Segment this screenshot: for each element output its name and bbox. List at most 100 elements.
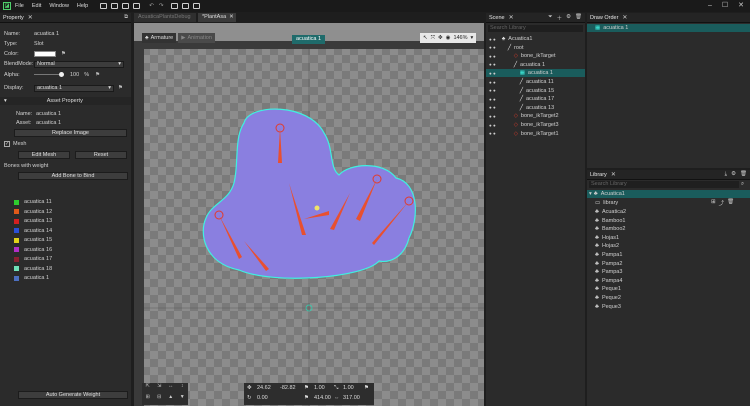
scene-search-input[interactable]: Search Library bbox=[488, 25, 583, 32]
search-icon[interactable]: ⌕ bbox=[741, 181, 744, 188]
stage-area[interactable]: ♣ Armature ▶ Animation acuatica 1 ↖ ⤧ ✥ ◉ … bbox=[134, 23, 484, 406]
armature-mode-button[interactable]: ♣ Armature bbox=[142, 33, 177, 43]
align-icon[interactable]: ↔ bbox=[165, 383, 177, 394]
menu-window[interactable]: Window bbox=[49, 3, 69, 9]
zoom-value[interactable]: 146% bbox=[453, 35, 467, 41]
color-swatch[interactable] bbox=[34, 51, 56, 57]
align-icon[interactable]: ↕ bbox=[177, 383, 189, 394]
delete-icon[interactable]: 🗑 bbox=[740, 171, 747, 178]
align-icon[interactable]: ⇱ bbox=[142, 383, 154, 394]
visibility-lock-icon[interactable]: ● ● bbox=[489, 37, 496, 42]
menu-file[interactable]: File bbox=[15, 3, 24, 9]
flag-icon[interactable]: ⚑ bbox=[364, 385, 369, 391]
scene-node[interactable]: ● ● ◇ bone_ikTarget2 bbox=[486, 112, 585, 120]
tab-acuatica-plants-debug[interactable]: AcuaticaPlantsDebug bbox=[134, 13, 196, 22]
width-value[interactable]: 414.00 bbox=[314, 395, 331, 401]
scene-node[interactable]: ● ● ╱ acuatica 15 bbox=[486, 87, 585, 95]
scene-node[interactable]: ● ● ◇ bone_ikTarget3 bbox=[486, 121, 585, 129]
eye-icon[interactable]: ◉ bbox=[446, 35, 451, 41]
visibility-lock-icon[interactable]: ● ● bbox=[489, 105, 496, 110]
bone-weight-item[interactable]: acuatica 12 bbox=[14, 208, 52, 216]
flag-icon[interactable]: ⚑ bbox=[61, 51, 66, 57]
settings-icon[interactable]: ⚙ bbox=[731, 171, 736, 178]
filter-icon[interactable]: ⏷ bbox=[548, 14, 552, 22]
library-folder[interactable]: ▭ library bbox=[595, 199, 618, 207]
bone-weight-item[interactable]: acuatica 17 bbox=[14, 255, 52, 263]
close-icon[interactable]: ✕ bbox=[28, 14, 33, 21]
visibility-lock-icon[interactable]: ● ● bbox=[489, 71, 496, 76]
visibility-lock-icon[interactable]: ● ● bbox=[489, 88, 496, 93]
bone-weight-item[interactable]: acuatica 15 bbox=[14, 236, 52, 244]
maximize-icon[interactable]: ☐ bbox=[722, 2, 728, 9]
tab-plantasa[interactable]: *PlantAsa ✕ bbox=[198, 13, 236, 22]
library-item[interactable]: ♣ Peque2 bbox=[595, 294, 621, 302]
delete-icon[interactable]: 🗑 bbox=[727, 199, 734, 207]
scene-node[interactable]: ● ● ╱ acuatica 1 bbox=[486, 61, 585, 69]
library-item[interactable]: ♣ Bamboo2 bbox=[595, 225, 625, 233]
scale-x[interactable]: 1.00 bbox=[314, 385, 325, 391]
library-item[interactable]: ♣ Bamboo1 bbox=[595, 217, 625, 225]
close-icon[interactable]: ✕ bbox=[622, 14, 627, 21]
scene-node[interactable]: ● ● ╱ acuatica 13 bbox=[486, 104, 585, 112]
pos-x[interactable]: 24.62 bbox=[257, 385, 271, 391]
library-item[interactable]: ♣ Hojas2 bbox=[595, 242, 619, 250]
close-icon[interactable]: ✕ bbox=[611, 171, 616, 178]
bone-weight-item[interactable]: acuatica 11 bbox=[14, 198, 52, 206]
edit-mesh-button[interactable]: Edit Mesh bbox=[18, 151, 70, 159]
add-bone-button[interactable]: Add Bone to Bind bbox=[18, 172, 128, 180]
align-icon[interactable]: ▲ bbox=[165, 394, 177, 405]
open-folder-icon[interactable] bbox=[111, 3, 119, 9]
scene-node[interactable]: ● ● ╱ acuatica 11 bbox=[486, 78, 585, 86]
settings-icon[interactable]: ⚙ bbox=[566, 14, 571, 22]
scene-node[interactable]: ● ● ♣ Acuatica1 bbox=[486, 35, 585, 43]
auto-generate-weight-button[interactable]: Auto Generate Weight bbox=[18, 391, 128, 399]
hand-icon[interactable]: ✥ bbox=[438, 35, 443, 41]
redo-icon[interactable]: ↷ bbox=[159, 3, 164, 9]
blendmode-select[interactable]: Normal ▾ bbox=[34, 60, 124, 68]
library-root-item[interactable]: ▾ ♣ Acuatica1 bbox=[587, 190, 750, 198]
visibility-lock-icon[interactable]: ● ● bbox=[489, 80, 496, 85]
library-search-input[interactable]: Search Library bbox=[589, 181, 739, 188]
publish-icon[interactable] bbox=[193, 3, 201, 9]
bone-weight-item[interactable]: acuatica 1 bbox=[14, 274, 49, 282]
close-icon[interactable]: ✕ bbox=[229, 14, 234, 20]
bone-weight-item[interactable]: acuatica 13 bbox=[14, 217, 52, 225]
bone-weight-item[interactable]: acuatica 14 bbox=[14, 227, 52, 235]
reset-button[interactable]: Reset bbox=[75, 151, 127, 159]
menu-edit[interactable]: Edit bbox=[32, 3, 41, 9]
library-item[interactable]: ♣ Hojas1 bbox=[595, 234, 619, 242]
display-select[interactable]: acuatica 1 ▾ bbox=[34, 84, 114, 92]
library-item[interactable]: ♣ Pampa4 bbox=[595, 277, 622, 285]
name-value[interactable]: acuatica 1 bbox=[34, 31, 59, 37]
stage-canvas[interactable] bbox=[134, 23, 484, 406]
bone-weight-item[interactable]: acuatica 18 bbox=[14, 265, 52, 273]
pos-y[interactable]: -82.82 bbox=[280, 385, 296, 391]
flag-icon[interactable]: ⚑ bbox=[304, 385, 309, 391]
minimize-icon[interactable]: – bbox=[708, 2, 712, 9]
visibility-lock-icon[interactable]: ● ● bbox=[489, 54, 496, 59]
close-window-icon[interactable]: ✕ bbox=[738, 2, 744, 9]
library-item[interactable]: ♣ Acuatica2 bbox=[595, 208, 626, 216]
visibility-lock-icon[interactable]: ● ● bbox=[489, 97, 496, 102]
align-icon[interactable]: ⊟ bbox=[154, 394, 166, 405]
new-file-icon[interactable] bbox=[100, 3, 108, 9]
height-value[interactable]: 317.00 bbox=[343, 395, 360, 401]
scene-node[interactable]: ● ● ▦ acuatica 1 bbox=[486, 69, 585, 78]
library-item[interactable]: ♣ Peque3 bbox=[595, 303, 621, 311]
alpha-slider-handle[interactable] bbox=[59, 72, 64, 77]
library-item[interactable]: ♣ Pampa3 bbox=[595, 268, 622, 276]
transform-icon[interactable]: ⤧ bbox=[431, 35, 435, 42]
chevron-down-icon[interactable]: ▾ bbox=[471, 35, 474, 41]
panel-float-icon[interactable]: ⧉ bbox=[124, 14, 128, 21]
scene-node[interactable]: ● ● ╱ root bbox=[486, 44, 585, 52]
undo-icon[interactable]: ↶ bbox=[149, 3, 154, 9]
new-folder-icon[interactable]: ⊞ bbox=[711, 199, 716, 207]
library-item[interactable]: ♣ Pampa1 bbox=[595, 251, 622, 259]
flag-icon[interactable]: ⚑ bbox=[118, 85, 123, 91]
align-icon[interactable]: ▼ bbox=[177, 394, 189, 405]
visibility-lock-icon[interactable]: ● ● bbox=[489, 123, 496, 128]
close-icon[interactable]: ✕ bbox=[509, 14, 514, 21]
library-item[interactable]: ♣ Peque1 bbox=[595, 285, 621, 293]
rotation-value[interactable]: 0.00 bbox=[257, 395, 268, 401]
cursor-icon[interactable]: ↖ bbox=[423, 35, 428, 41]
